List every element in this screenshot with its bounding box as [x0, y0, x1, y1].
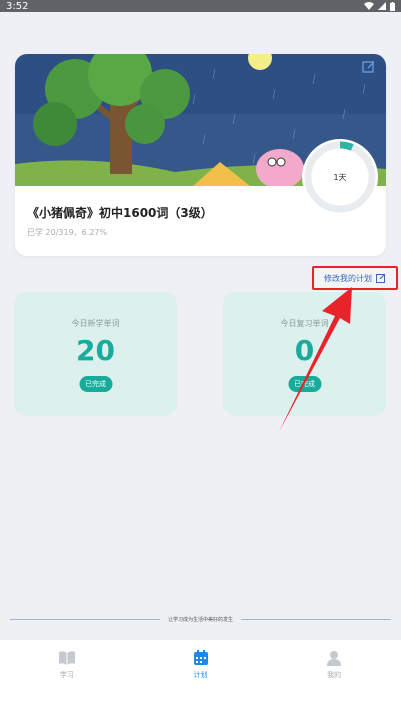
edit-icon — [376, 273, 386, 283]
new-words-card: 今日新学单词 20 已完成 — [14, 292, 177, 416]
calendar-icon — [193, 650, 208, 665]
stat-label: 今日复习单词 — [280, 319, 329, 328]
nav-item-plan[interactable]: 计划 — [134, 640, 268, 710]
edit-icon[interactable] — [362, 60, 376, 74]
nav-label: 计划 — [193, 671, 208, 679]
nav-item-me[interactable]: 我的 — [267, 640, 401, 710]
stat-value: 20 — [76, 334, 115, 367]
status-bar: 3:52 — [0, 0, 401, 12]
divider-line — [9, 618, 160, 620]
status-icons — [364, 1, 395, 11]
stat-value: 0 — [294, 334, 315, 367]
modify-plan-label: 修改我的计划 — [324, 273, 372, 283]
nav-label: 学习 — [59, 671, 74, 679]
battery-icon — [390, 1, 395, 11]
divider-line — [241, 618, 391, 620]
person-icon — [327, 651, 342, 666]
book-progress-text: 已学 20/319，6.27% — [27, 228, 108, 237]
footer-slogan: 让学习成为生活中美好的发生 — [0, 614, 401, 624]
review-words-card: 今日复习单词 0 已完成 — [223, 292, 386, 416]
days-label: 1天 — [333, 172, 347, 182]
nav-item-study[interactable]: 学习 — [0, 640, 134, 710]
status-time: 3:52 — [6, 0, 29, 12]
footer-text: 让学习成为生活中美好的发生 — [167, 616, 233, 623]
book-title: 《小猪佩奇》初中1600词（3级） — [27, 206, 213, 220]
nav-label: 我的 — [327, 671, 342, 679]
status-badge: 已完成 — [288, 376, 321, 392]
status-badge: 已完成 — [79, 376, 112, 392]
book-icon — [58, 651, 75, 665]
wifi-icon — [364, 2, 374, 10]
modify-plan-button[interactable]: 修改我的计划 — [312, 266, 398, 290]
stat-label: 今日新学单词 — [71, 319, 120, 328]
bottom-nav: 学习 计划 我的 — [0, 640, 401, 710]
signal-icon — [378, 2, 386, 10]
